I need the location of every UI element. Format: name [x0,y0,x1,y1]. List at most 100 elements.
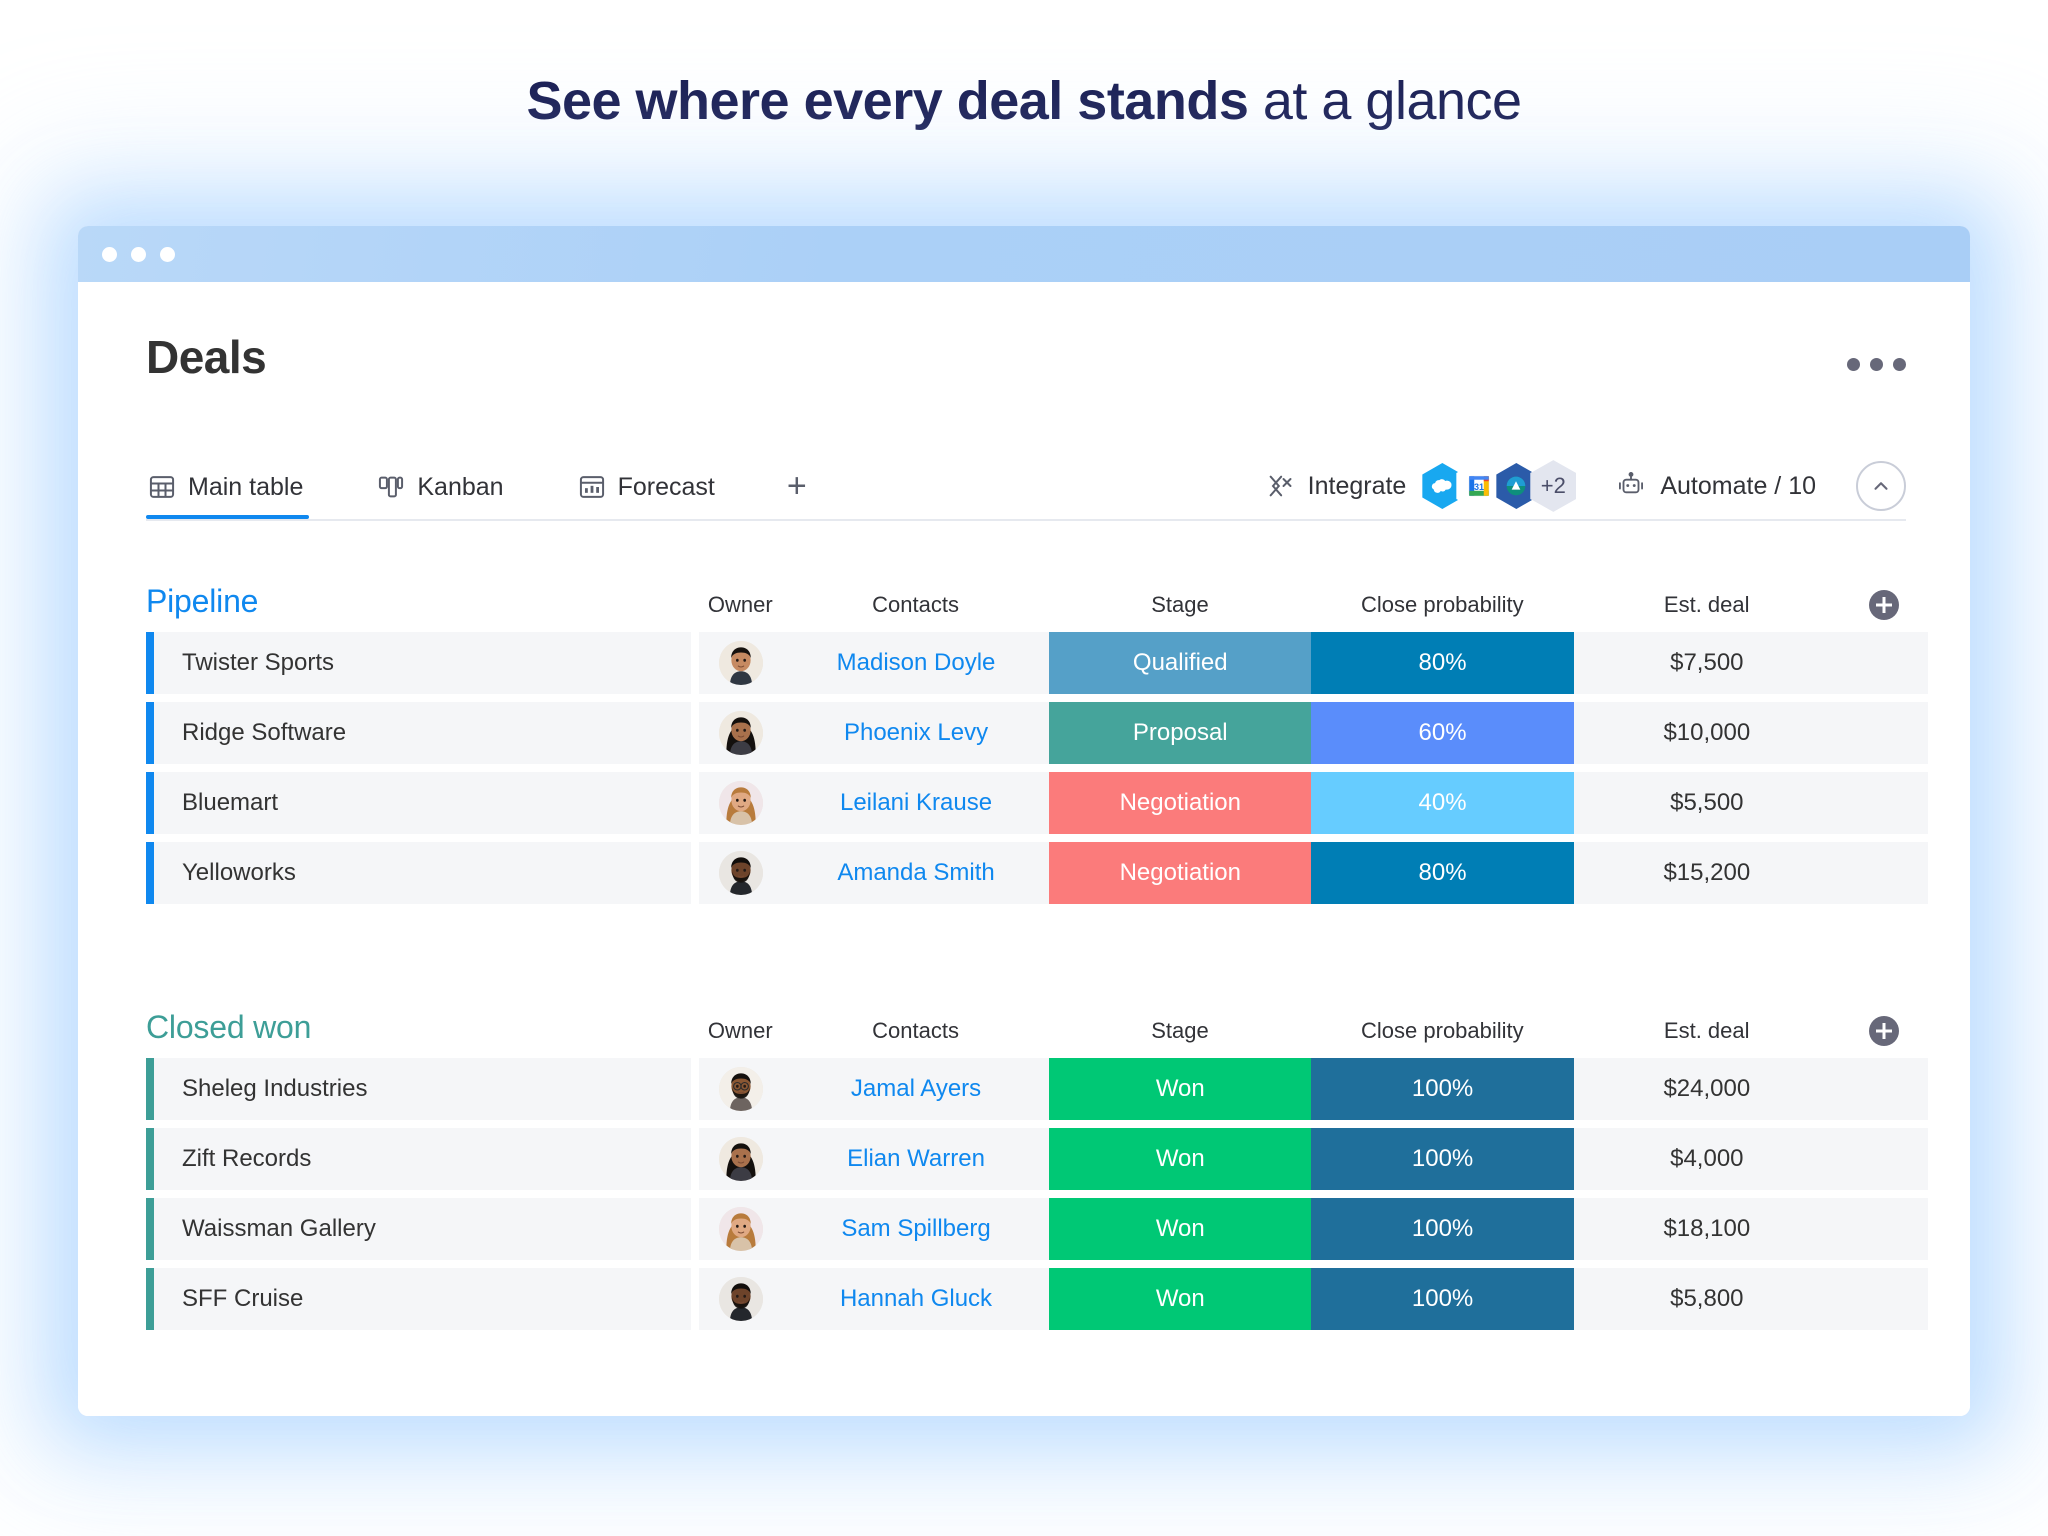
row-blank-cell[interactable] [1839,1198,1928,1260]
row-deal-name[interactable]: Waissman Gallery [146,1198,691,1260]
tab-forecast[interactable]: Forecast [576,457,721,517]
window-close-dot[interactable] [102,247,117,262]
browser-window: Deals Main table Kanban Forecast + Integ… [78,226,1970,1416]
row-blank-cell[interactable] [1839,1058,1928,1120]
integrate-button[interactable]: Integrate 31 +2 [1266,460,1577,512]
column-header-owner: Owner [707,1018,773,1043]
row-owner-cell[interactable] [698,772,783,834]
row-owner-cell[interactable] [698,1198,783,1260]
tab-label: Kanban [417,472,504,501]
table-row[interactable]: Twister Sports Madison Doyle Qualified 8… [146,632,1928,694]
row-deal-name[interactable]: Yelloworks [146,842,691,904]
row-close-probability-cell[interactable]: 100% [1311,1058,1574,1120]
avatar[interactable] [718,851,763,895]
row-est-deal-cell[interactable]: $5,500 [1573,772,1840,834]
avatar[interactable] [718,1137,763,1181]
row-contact-cell[interactable]: Phoenix Levy [782,702,1050,764]
avatar[interactable] [718,1207,763,1251]
row-stage-cell[interactable]: Negotiation [1049,772,1312,834]
row-close-probability-cell[interactable]: 40% [1311,772,1574,834]
row-stage-cell[interactable]: Won [1049,1128,1312,1190]
row-contact-cell[interactable]: Hannah Gluck [782,1268,1050,1330]
integrations-stack[interactable]: 31 +2 [1419,460,1577,512]
row-blank-cell[interactable] [1839,772,1928,834]
table-row[interactable]: Ridge Software Phoenix Levy Proposal 60%… [146,702,1928,764]
integration-overflow-badge[interactable]: +2 [1530,460,1577,512]
row-contact-cell[interactable]: Amanda Smith [782,842,1050,904]
row-close-probability-cell[interactable]: 100% [1311,1268,1574,1330]
window-maximize-dot[interactable] [160,247,175,262]
row-deal-name[interactable]: Zift Records [146,1128,691,1190]
row-deal-name[interactable]: Bluemart [146,772,691,834]
row-est-deal-cell[interactable]: $18,100 [1573,1198,1840,1260]
add-column-button[interactable] [1868,590,1899,620]
row-close-probability-cell[interactable]: 80% [1311,842,1574,904]
table-row[interactable]: Yelloworks Amanda Smith Negotiation 80% … [146,842,1928,904]
row-close-probability-cell[interactable]: 100% [1311,1198,1574,1260]
group-closed-won: Closed won Owner Contacts Stage Close pr… [146,1000,1928,1338]
row-stage-cell[interactable]: Won [1049,1058,1312,1120]
tab-kanban[interactable]: Kanban [375,457,509,517]
collapse-toolbar-button[interactable] [1856,461,1906,511]
group-title[interactable]: Pipeline [146,582,690,620]
row-blank-cell[interactable] [1839,702,1928,764]
row-owner-cell[interactable] [698,1058,783,1120]
row-owner-cell[interactable] [698,1268,783,1330]
row-contact-cell[interactable]: Madison Doyle [782,632,1050,694]
row-est-deal-cell[interactable]: $10,000 [1573,702,1840,764]
column-header-est-deal: Est. deal [1663,592,1750,617]
row-deal-name[interactable]: Ridge Software [146,702,691,764]
row-blank-cell[interactable] [1839,1268,1928,1330]
row-est-deal-cell[interactable]: $24,000 [1573,1058,1840,1120]
table-row[interactable]: Sheleg Industries Jamal Ayers Won 100% $… [146,1058,1928,1120]
automate-button[interactable]: Automate / 10 [1616,472,1816,501]
row-owner-cell[interactable] [698,1128,783,1190]
tab-main-table[interactable]: Main table [146,457,310,519]
group-title[interactable]: Closed won [146,1008,690,1046]
row-stage-cell[interactable]: Proposal [1049,702,1312,764]
avatar[interactable] [718,1067,763,1111]
row-stage-cell[interactable]: Won [1049,1268,1312,1330]
row-owner-cell[interactable] [698,632,783,694]
more-dot [1870,358,1883,371]
row-blank-cell[interactable] [1839,842,1928,904]
avatar[interactable] [718,711,763,755]
column-header-est-deal: Est. deal [1663,1018,1750,1043]
row-contact-cell[interactable]: Elian Warren [782,1128,1050,1190]
row-est-deal-cell[interactable]: $5,800 [1573,1268,1840,1330]
avatar[interactable] [718,781,763,825]
row-contact-cell[interactable]: Jamal Ayers [782,1058,1050,1120]
row-contact-cell[interactable]: Leilani Krause [782,772,1050,834]
row-stage-cell[interactable]: Negotiation [1049,842,1312,904]
window-minimize-dot[interactable] [131,247,146,262]
row-stage-cell[interactable]: Qualified [1049,632,1312,694]
avatar[interactable] [718,641,763,685]
table-row[interactable]: Zift Records Elian Warren Won 100% $4,00… [146,1128,1928,1190]
svg-text:31: 31 [1474,482,1484,492]
row-deal-name[interactable]: SFF Cruise [146,1268,691,1330]
avatar[interactable] [718,1277,763,1321]
row-contact-cell[interactable]: Sam Spillberg [782,1198,1050,1260]
row-est-deal-cell[interactable]: $4,000 [1573,1128,1840,1190]
row-blank-cell[interactable] [1839,632,1928,694]
window-controls [102,247,175,262]
table-row[interactable]: Waissman Gallery Sam Spillberg Won 100% … [146,1198,1928,1260]
integrate-icon [1266,472,1294,500]
row-deal-name[interactable]: Twister Sports [146,632,691,694]
table-row[interactable]: Bluemart Leilani Krause Negotiation 40% … [146,772,1928,834]
row-est-deal-cell[interactable]: $15,200 [1573,842,1840,904]
row-close-probability-cell[interactable]: 80% [1311,632,1574,694]
row-close-probability-cell[interactable]: 60% [1311,702,1574,764]
row-owner-cell[interactable] [698,842,783,904]
board-more-menu-button[interactable] [1847,358,1906,371]
row-est-deal-cell[interactable]: $7,500 [1573,632,1840,694]
column-header-stage: Stage [1151,1018,1209,1043]
add-column-button[interactable] [1868,1016,1899,1046]
row-deal-name[interactable]: Sheleg Industries [146,1058,691,1120]
row-owner-cell[interactable] [698,702,783,764]
row-blank-cell[interactable] [1839,1128,1928,1190]
table-row[interactable]: SFF Cruise Hannah Gluck Won 100% $5,800 [146,1268,1928,1330]
add-view-button[interactable]: + [787,457,807,515]
row-close-probability-cell[interactable]: 100% [1311,1128,1574,1190]
row-stage-cell[interactable]: Won [1049,1198,1312,1260]
